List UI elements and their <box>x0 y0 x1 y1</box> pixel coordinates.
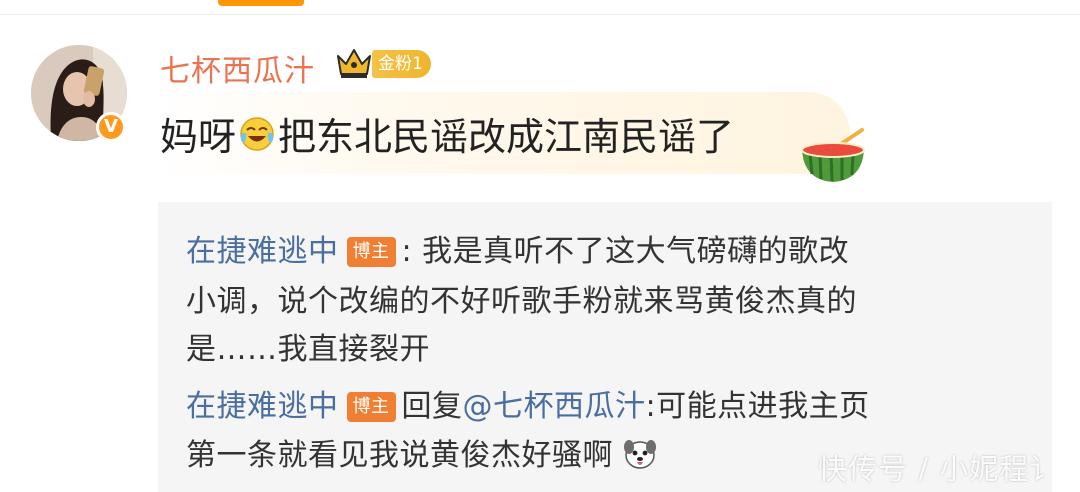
reply-line: 在捷难逃中 博主: 我是真听不了这大气磅礴的歌改 <box>186 226 849 270</box>
reply-text: 第一条就看见我说黄俊杰好骚啊 <box>186 438 613 473</box>
username[interactable]: 七杯西瓜汁 <box>160 46 315 90</box>
blogger-tag: 博主 <box>346 237 396 267</box>
reply-line: 小调，说个改编的不好听歌手粉就来骂黄俊杰真的 <box>186 276 857 320</box>
laugh-cry-emoji <box>240 116 274 151</box>
reply-text: 是……我直接裂开 <box>186 332 430 367</box>
watermark: 快传号 / 小妮程讠 <box>818 452 1060 486</box>
watermelon-icon <box>801 128 865 182</box>
reply-line: 第一条就看见我说黄俊杰好骚啊 <box>186 430 657 474</box>
post-text: 妈呀 把东北民谣改成江南民谣了 <box>160 106 734 161</box>
reply-prefix: 回复 <box>401 389 463 424</box>
mention-link[interactable]: @七杯西瓜汁 <box>463 389 646 424</box>
dog-emoji <box>624 440 657 469</box>
reply-text: :可能点进我主页 <box>645 389 870 424</box>
reply-text: : 我是真听不了这大气磅礴的歌改 <box>401 234 850 269</box>
blogger-tag: 博主 <box>346 392 396 422</box>
reply-username[interactable]: 在捷难逃中 <box>186 234 339 269</box>
reply-line: 是……我直接裂开 <box>186 324 430 368</box>
reply-text: 小调，说个改编的不好听歌手粉就来骂黄俊杰真的 <box>186 284 857 319</box>
fan-badge[interactable]: 金粉1 <box>372 50 431 78</box>
post-text-start: 妈呀 <box>160 115 237 159</box>
top-divider <box>0 14 1080 15</box>
reply-line: 在捷难逃中 博主 回复@七杯西瓜汁:可能点进我主页 <box>186 381 870 425</box>
reply-username[interactable]: 在捷难逃中 <box>186 389 339 424</box>
top-tab-indicator <box>218 0 304 6</box>
crown-icon <box>337 49 371 78</box>
post-text-end: 把东北民谣改成江南民谣了 <box>278 115 735 159</box>
verified-icon: V <box>96 112 126 142</box>
